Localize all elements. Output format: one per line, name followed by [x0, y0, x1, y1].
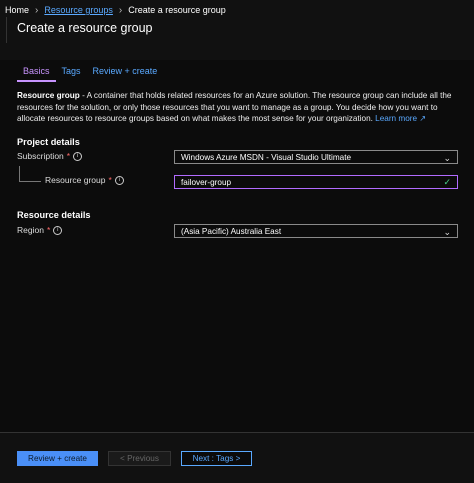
page-title: Create a resource group [17, 21, 153, 35]
external-link-icon: ↗ [419, 114, 427, 124]
breadcrumb: Home › Resource groups › Create a resour… [0, 3, 231, 17]
resource-group-label: Resource group * i [45, 175, 124, 185]
region-value: (Asia Pacific) Australia East [181, 226, 282, 236]
region-label-text: Region [17, 225, 44, 235]
next-tags-button[interactable]: Next : Tags > [181, 451, 252, 466]
resource-group-input[interactable]: failover-group ✓ [174, 175, 458, 189]
learn-more-link[interactable]: Learn more ↗ [375, 114, 426, 123]
chevron-down-icon: ⌄ [443, 227, 451, 237]
info-icon[interactable]: i [73, 151, 83, 161]
region-label: Region * i [17, 225, 63, 235]
description-bold: Resource group [17, 91, 80, 100]
region-select[interactable]: (Asia Pacific) Australia East ⌄ [174, 224, 458, 238]
top-header: Home › Resource groups › Create a resour… [0, 0, 474, 60]
subscription-label: Subscription * i [17, 151, 83, 161]
breadcrumb-current: Create a resource group [128, 5, 226, 15]
resource-details-heading: Resource details [17, 210, 91, 220]
breadcrumb-resource-groups[interactable]: Resource groups [39, 4, 118, 16]
required-marker: * [66, 151, 71, 161]
tab-basics[interactable]: Basics [17, 64, 56, 82]
subscription-value: Windows Azure MSDN - Visual Studio Ultim… [181, 152, 352, 162]
resource-group-label-text: Resource group [45, 175, 106, 185]
chevron-down-icon: ⌄ [443, 153, 451, 163]
resource-group-value: failover-group [181, 177, 232, 187]
description: Resource group - A container that holds … [17, 90, 457, 125]
info-icon[interactable]: i [53, 225, 63, 235]
learn-more-label: Learn more [375, 114, 418, 124]
tree-connector-vertical [19, 166, 20, 181]
previous-button[interactable]: < Previous [108, 451, 171, 466]
review-create-button[interactable]: Review + create [17, 451, 98, 466]
subscription-label-text: Subscription [17, 151, 64, 161]
required-marker: * [108, 175, 112, 185]
info-icon[interactable]: i [114, 175, 124, 185]
tab-review-create[interactable]: Review + create [87, 64, 164, 82]
header-divider [6, 17, 7, 43]
breadcrumb-home[interactable]: Home [0, 4, 34, 16]
required-marker: * [46, 225, 51, 235]
checkmark-icon: ✓ [443, 177, 451, 187]
tab-tags[interactable]: Tags [56, 64, 87, 82]
tab-bar: Basics Tags Review + create [17, 64, 163, 82]
subscription-select[interactable]: Windows Azure MSDN - Visual Studio Ultim… [174, 150, 458, 164]
tree-connector-horizontal [19, 181, 41, 182]
project-details-heading: Project details [17, 137, 80, 147]
